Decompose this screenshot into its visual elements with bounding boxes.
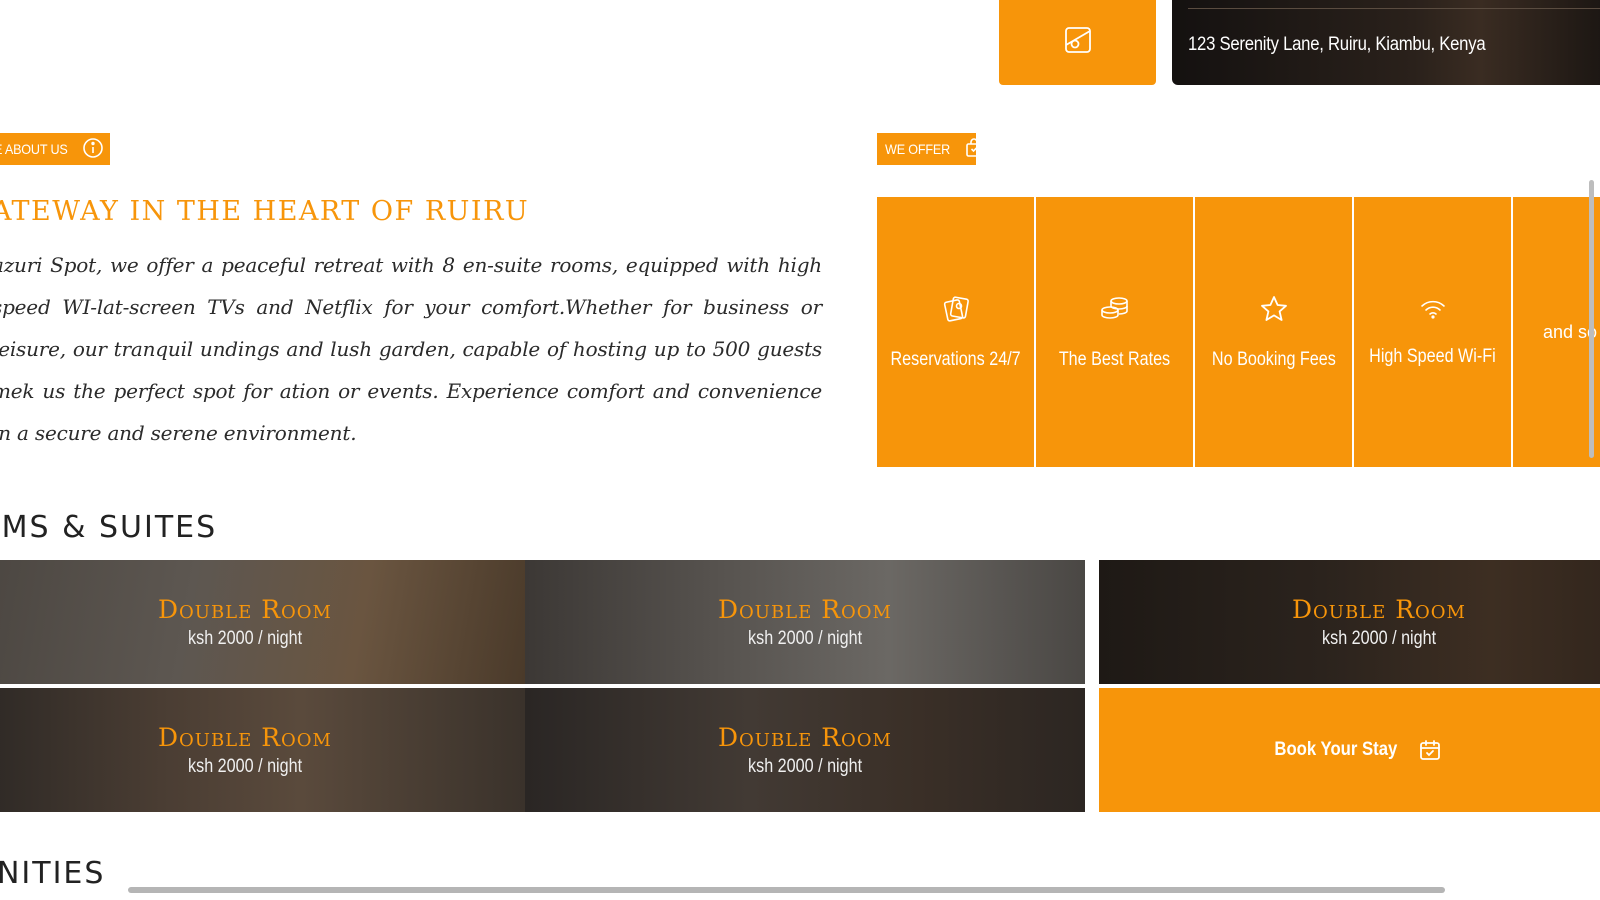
offer-label: No Booking Fees (1211, 348, 1336, 370)
room-card[interactable]: Double Room ksh 2000 / night (525, 688, 1085, 812)
coins-icon (1099, 294, 1131, 329)
room-card[interactable]: Double Room ksh 2000 / night (525, 560, 1085, 684)
room-price: ksh 2000 / night (187, 755, 303, 777)
map-location-icon (1063, 25, 1093, 60)
room-card[interactable]: Double Room ksh 2000 / night (0, 688, 525, 812)
address-card: 123 Serenity Lane, Ruiru, Kiambu, Kenya (1172, 0, 1600, 85)
divider (1188, 8, 1600, 9)
tickets-icon (941, 294, 971, 329)
offer-card-wifi: High Speed Wi-Fi (1354, 197, 1511, 467)
about-us-tag-label: E ABOUT US (0, 141, 68, 157)
room-price: ksh 2000 / night (747, 755, 863, 777)
room-card[interactable]: Double Room ksh 2000 / night (1099, 560, 1600, 684)
offer-label: The Best Rates (1058, 348, 1171, 370)
about-heading: ATEWAY IN THE HEART OF RUIRU (0, 196, 530, 227)
offer-label: High Speed Wi-Fi (1369, 345, 1496, 367)
room-price: ksh 2000 / night (187, 627, 303, 649)
room-price: ksh 2000 / night (1321, 627, 1437, 649)
offer-label: Reservations 24/7 (890, 348, 1021, 370)
we-offer-tag: WE OFFER (877, 133, 983, 165)
shopping-bag-icon (965, 137, 983, 161)
offer-card-more: and so mor (1513, 197, 1600, 467)
room-price: ksh 2000 / night (747, 627, 863, 649)
offer-card-reservations: Reservations 24/7 (877, 197, 1034, 467)
location-icon-box[interactable] (999, 0, 1156, 85)
address-text: 123 Serenity Lane, Ruiru, Kiambu, Kenya (1188, 34, 1486, 55)
room-name: Double Room (1291, 594, 1466, 624)
room-name: Double Room (717, 722, 892, 752)
amenities-section-title: ENITIES (0, 856, 106, 891)
offers-list: Reservations 24/7 The Best Rates No Book… (877, 197, 1600, 467)
room-card[interactable]: Double Room ksh 2000 / night (0, 560, 525, 684)
page-horizontal-scrollbar[interactable] (128, 887, 1445, 893)
room-name: Double Room (157, 594, 332, 624)
book-your-stay-label: Book Your Stay (1274, 739, 1398, 760)
room-name: Double Room (717, 594, 892, 624)
book-your-stay-button[interactable]: Book Your Stay (1099, 688, 1600, 812)
offers-scrollbar[interactable] (1589, 180, 1594, 458)
rooms-section-title: OMS & SUITES (0, 510, 218, 545)
calendar-check-icon (1418, 738, 1442, 762)
we-offer-tag-label: WE OFFER (885, 141, 951, 157)
offer-card-rates: The Best Rates (1036, 197, 1193, 467)
room-name: Double Room (157, 722, 332, 752)
offer-card-no-fees: No Booking Fees (1195, 197, 1352, 467)
about-us-tag: E ABOUT US (0, 133, 110, 165)
about-description: azuri Spot, we offer a peaceful retreat … (0, 253, 822, 445)
star-icon (1259, 294, 1289, 329)
info-icon (82, 137, 104, 162)
wifi-icon (1419, 297, 1447, 326)
